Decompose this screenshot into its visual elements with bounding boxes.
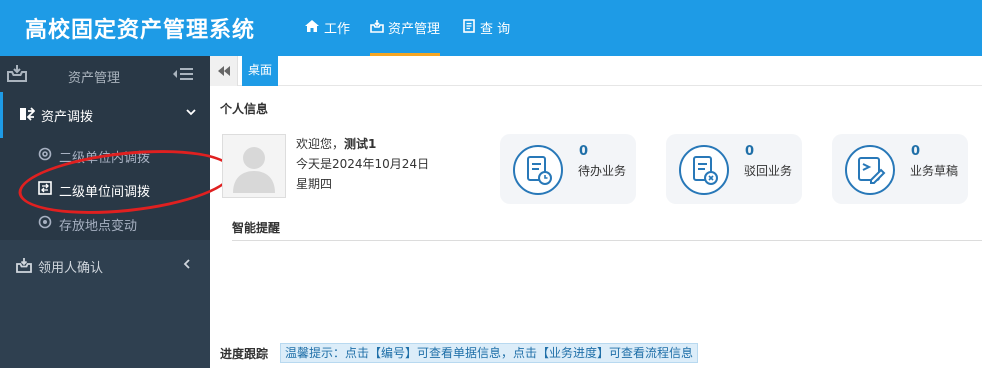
avatar (222, 134, 286, 198)
menu-group-recipient-confirm[interactable]: 领用人确认 (0, 243, 210, 289)
submenu-location-change[interactable]: 存放地点变动 (0, 206, 210, 240)
weekday-line: 星期四 (296, 177, 333, 191)
draft-doc-icon (845, 145, 895, 195)
chevron-down-icon (186, 109, 196, 116)
date-line: 今天是2024年10月24日 (296, 157, 430, 171)
tab-bar: 桌面 (210, 56, 982, 86)
stat-card-todo[interactable]: 0 待办业务 (500, 134, 636, 204)
tab-scroll-left-button[interactable] (210, 56, 238, 86)
submenu-intra-unit-transfer[interactable]: 二级单位内调拨 (0, 138, 210, 172)
submenu-label: 存放地点变动 (59, 219, 138, 234)
greeting-text: 欢迎您， (296, 137, 345, 151)
stat-value: 0 (579, 144, 589, 159)
user-name: 测试1 (344, 137, 377, 151)
stat-label: 业务草稿 (910, 164, 959, 178)
submenu-label: 二级单位间调拨 (59, 185, 151, 200)
menu-group-label: 资产调拨 (41, 110, 94, 125)
circle-dot-icon (38, 215, 52, 229)
stat-card-draft[interactable]: 0 业务草稿 (832, 134, 968, 204)
nav-asset-management-label: 资产管理 (388, 22, 441, 37)
transfer-icon (38, 181, 52, 195)
backward-icon (218, 66, 230, 76)
stat-value: 0 (745, 144, 755, 159)
home-icon (305, 20, 319, 32)
tab-desktop[interactable]: 桌面 (242, 56, 279, 86)
nav-work[interactable]: 工作 (304, 18, 350, 56)
welcome-block: 欢迎您，测试1 今天是2024年10月24日 星期四 (296, 134, 429, 194)
at-icon (38, 147, 52, 161)
submenu-label: 二级单位内调拨 (59, 151, 151, 166)
sidebar-title: 资产管理 (68, 71, 121, 86)
collapse-menu-icon[interactable] (172, 67, 194, 81)
greeting-line: 欢迎您，测试1 (296, 134, 429, 154)
clock-doc-icon (513, 145, 563, 195)
inbox-icon (370, 20, 384, 33)
nav-asset-management[interactable]: 资产管理 (370, 18, 441, 56)
nav-work-label: 工作 (324, 22, 351, 37)
personal-info-title: 个人信息 (220, 102, 269, 116)
sidebar-header: 资产管理 (0, 56, 210, 92)
reject-doc-icon (679, 145, 729, 195)
transfer-icon (20, 107, 35, 121)
top-header: 高校固定资产管理系统 工作 资产管理 查 询 (0, 0, 982, 56)
app-title: 高校固定资产管理系统 (25, 18, 256, 43)
submenu-inter-unit-transfer[interactable]: 二级单位间调拨 (0, 172, 210, 206)
main-content: 个人信息 欢迎您，测试1 今天是2024年10月24日 星期四 0 待办业务 0… (210, 86, 982, 368)
inbox-icon (16, 258, 32, 273)
menu-group-asset-transfer[interactable]: 资产调拨 (0, 92, 210, 138)
smart-reminder-title: 智能提醒 (232, 221, 281, 235)
progress-tip: 温馨提示：点击【编号】可查看单据信息，点击【业务进度】可查看流程信息 (280, 343, 699, 363)
user-silhouette-icon (233, 147, 275, 193)
stat-label: 驳回业务 (744, 164, 793, 178)
document-icon (463, 19, 475, 33)
menu-group-label: 领用人确认 (38, 261, 104, 276)
stat-label: 待办业务 (578, 164, 627, 178)
stat-card-rejected[interactable]: 0 驳回业务 (666, 134, 802, 204)
chevron-left-icon (183, 259, 190, 269)
stat-value: 0 (911, 144, 921, 159)
nav-query[interactable]: 查 询 (462, 18, 510, 56)
inbox-icon (7, 65, 27, 82)
nav-query-label: 查 询 (480, 22, 511, 37)
progress-tracking-title: 进度跟踪 (220, 347, 269, 361)
sidebar: 资产管理 资产调拨 二级单位内调拨 二级单位间调拨 存放地点变动 领用人确认 (0, 56, 210, 368)
divider (232, 240, 982, 241)
